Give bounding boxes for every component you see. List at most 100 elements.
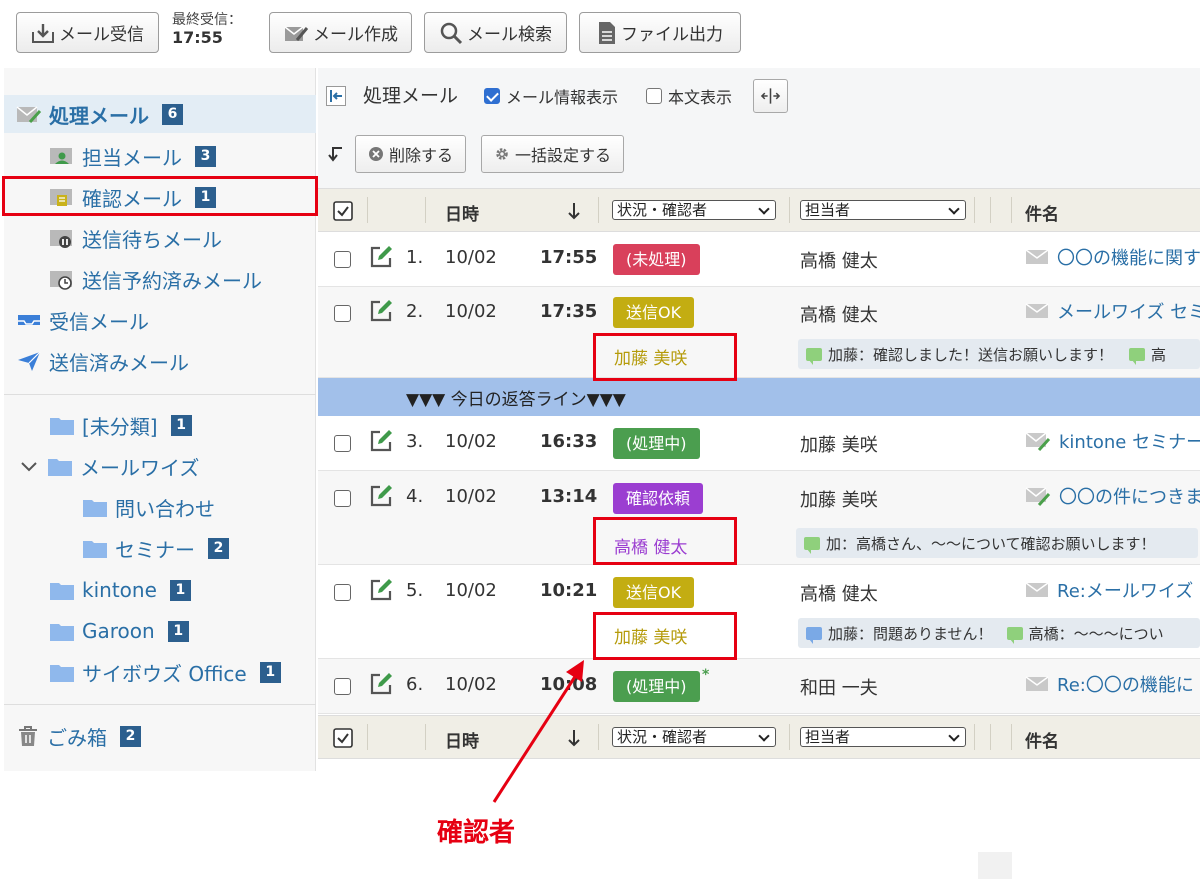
sidebar-item-trash[interactable]: ごみ箱 2 [16, 717, 141, 755]
edit-icon[interactable] [369, 245, 393, 269]
sidebar-item-scheduled[interactable]: 送信予約済みメール [49, 260, 262, 298]
status-badge[interactable]: (処理中) [613, 671, 700, 702]
annotation-arrow [492, 660, 584, 803]
edit-icon[interactable] [369, 299, 393, 323]
row-date: 10/02 [445, 486, 497, 507]
header-subject[interactable]: 件名 [1025, 727, 1059, 752]
status-filter-select[interactable]: 状況・確認者 [612, 200, 776, 220]
sidebar-folder-uncategorized[interactable]: [未分類] 1 [49, 406, 192, 444]
table-row[interactable]: 2. 10/02 17:35 送信OK 加藤 美咲 高橋 健太 メールワイズ セ… [318, 287, 1200, 378]
chevron-down-icon[interactable] [18, 455, 40, 477]
sidebar-folder-kintone[interactable]: kintone 1 [49, 571, 191, 609]
edit-icon[interactable] [369, 429, 393, 453]
gear-icon [496, 148, 508, 160]
last-received-label: 最終受信： [172, 12, 242, 28]
sidebar-item-sent[interactable]: 送信済みメール [16, 342, 189, 380]
waiting-mail-icon [50, 230, 72, 248]
sidebar-item-assigned[interactable]: 担当メール 3 [49, 137, 216, 175]
sidebar-trash-label: ごみ箱 [47, 725, 107, 750]
show-info-toggle[interactable]: メール情報表示 [484, 84, 618, 108]
sidebar-folder-inquiry[interactable]: 問い合わせ [82, 488, 215, 526]
status-mark: * [702, 667, 710, 683]
sidebar-waiting-label: 送信待ちメール [82, 227, 222, 252]
bulk-settings-button[interactable]: 一括設定する [481, 135, 625, 173]
export-file-label: ファイル出力 [621, 25, 723, 45]
close-circle-icon [369, 147, 383, 161]
sidebar-item-waiting[interactable]: 送信待ちメール [49, 219, 222, 257]
select-all-checkbox[interactable] [333, 728, 353, 748]
inbox-tray-icon [18, 315, 40, 325]
row-subject[interactable]: Re:〇〇の機能に [1025, 671, 1194, 697]
row-subject[interactable]: Re:メールワイズ [1025, 577, 1193, 603]
status-badge[interactable]: (未処理) [613, 244, 700, 275]
scroll-to-top-button[interactable] [978, 852, 1012, 879]
sidebar-folder-mailwise[interactable]: メールワイズ [18, 447, 199, 485]
edit-icon[interactable] [369, 578, 393, 602]
sidebar-item-inbox[interactable]: 受信メール [16, 301, 149, 339]
memo-bar[interactable]: 加藤：確認しました！送信お願いします！ 高 [798, 339, 1200, 369]
header-datetime[interactable]: 日時 [445, 727, 479, 752]
folder-icon [50, 583, 74, 600]
receive-mail-button[interactable]: メール受信 [16, 12, 159, 53]
memo-bar[interactable]: 加藤：問題ありません！ 高橋：〜〜〜につい [798, 618, 1200, 648]
export-file-button[interactable]: ファイル出力 [579, 12, 741, 53]
status-badge[interactable]: (処理中) [613, 428, 700, 459]
show-body-checkbox[interactable] [646, 88, 662, 104]
row-time: 16:33 [540, 431, 598, 452]
highlight-confirmer [593, 333, 737, 381]
show-info-label: メール情報表示 [506, 88, 619, 107]
show-info-checkbox[interactable] [484, 88, 500, 104]
collapse-sidebar-icon[interactable] [326, 86, 346, 106]
resize-pane-button[interactable] [753, 79, 788, 113]
table-row[interactable]: 6. 10/02 10:08 (処理中) * 和田 一夫 Re:〇〇の機能に [318, 659, 1200, 714]
assignee-filter-select[interactable]: 担当者 [800, 200, 966, 220]
memo-bar[interactable]: 加：高橋さん、〜〜について確認お願いします！ [796, 528, 1198, 558]
subject-text: メールワイズ セミ [1057, 302, 1200, 323]
row-checkbox[interactable] [334, 305, 351, 322]
status-badge[interactable]: 送信OK [613, 577, 695, 608]
row-subject[interactable]: メールワイズ セミ [1025, 298, 1200, 324]
header-separator [367, 724, 368, 750]
compose-mail-button[interactable]: メール作成 [269, 12, 412, 53]
row-checkbox[interactable] [334, 490, 351, 507]
status-badge[interactable]: 確認依頼 [613, 483, 704, 514]
row-subject[interactable]: kintone セミナー [1025, 428, 1200, 454]
row-checkbox[interactable] [334, 584, 351, 601]
sidebar-item-processing[interactable]: 処理メール 6 [4, 95, 316, 133]
row-checkbox[interactable] [334, 251, 351, 268]
status-filter-select[interactable]: 状況・確認者 [612, 727, 776, 747]
row-subject[interactable]: 〇〇の機能に関す [1025, 244, 1200, 270]
table-row[interactable]: 1. 10/02 17:55 (未処理) 高橋 健太 〇〇の機能に関す [318, 232, 1200, 287]
row-checkbox[interactable] [334, 435, 351, 452]
header-subject[interactable]: 件名 [1025, 200, 1059, 225]
undo-arrow-icon[interactable] [326, 144, 346, 164]
select-all-checkbox[interactable] [333, 201, 353, 221]
table-row[interactable]: 4. 10/02 13:14 確認依頼 高橋 健太 加藤 美咲 〇〇の件につきま… [318, 471, 1200, 565]
sort-down-icon[interactable] [566, 201, 582, 221]
row-time: 10:21 [540, 580, 598, 601]
sidebar-folder-garoon[interactable]: Garoon 1 [49, 612, 189, 650]
table-row[interactable]: 3. 10/02 16:33 (処理中) 加藤 美咲 kintone セミナー [318, 416, 1200, 471]
header-datetime[interactable]: 日時 [445, 200, 479, 225]
comment-icon [804, 536, 820, 554]
assignee-filter-select[interactable]: 担当者 [800, 727, 966, 747]
sidebar-folder-office[interactable]: サイボウズ Office 1 [49, 653, 281, 691]
row-subject[interactable]: 〇〇の件につきま [1025, 483, 1200, 509]
show-body-toggle[interactable]: 本文表示 [646, 84, 732, 108]
delete-button[interactable]: 削除する [355, 135, 467, 173]
sidebar-folder-seminar[interactable]: セミナー 2 [82, 529, 229, 567]
mail-icon [1025, 249, 1049, 264]
search-mail-label: メール検索 [467, 25, 552, 45]
folder-label: Garoon [82, 619, 155, 643]
search-mail-button[interactable]: メール検索 [424, 12, 567, 53]
row-checkbox[interactable] [334, 678, 351, 695]
list-footer-header: 日時 状況・確認者 担当者 件名 [318, 715, 1200, 759]
edit-icon[interactable] [369, 484, 393, 508]
header-separator [425, 724, 426, 750]
subject-text: Re:〇〇の機能に [1057, 675, 1194, 696]
sidebar: 処理メール 6 担当メール 3 確認メール 1 送信待ちメール 送信予約済みメー… [4, 68, 316, 771]
status-badge[interactable]: 送信OK [613, 297, 695, 328]
edit-icon[interactable] [369, 672, 393, 696]
main-panel: 処理メール メール情報表示 本文表示 削除する 一括設定する 日時 状況・確認者… [318, 68, 1200, 771]
table-row[interactable]: 5. 10/02 10:21 送信OK 加藤 美咲 高橋 健太 Re:メールワイ… [318, 565, 1200, 659]
